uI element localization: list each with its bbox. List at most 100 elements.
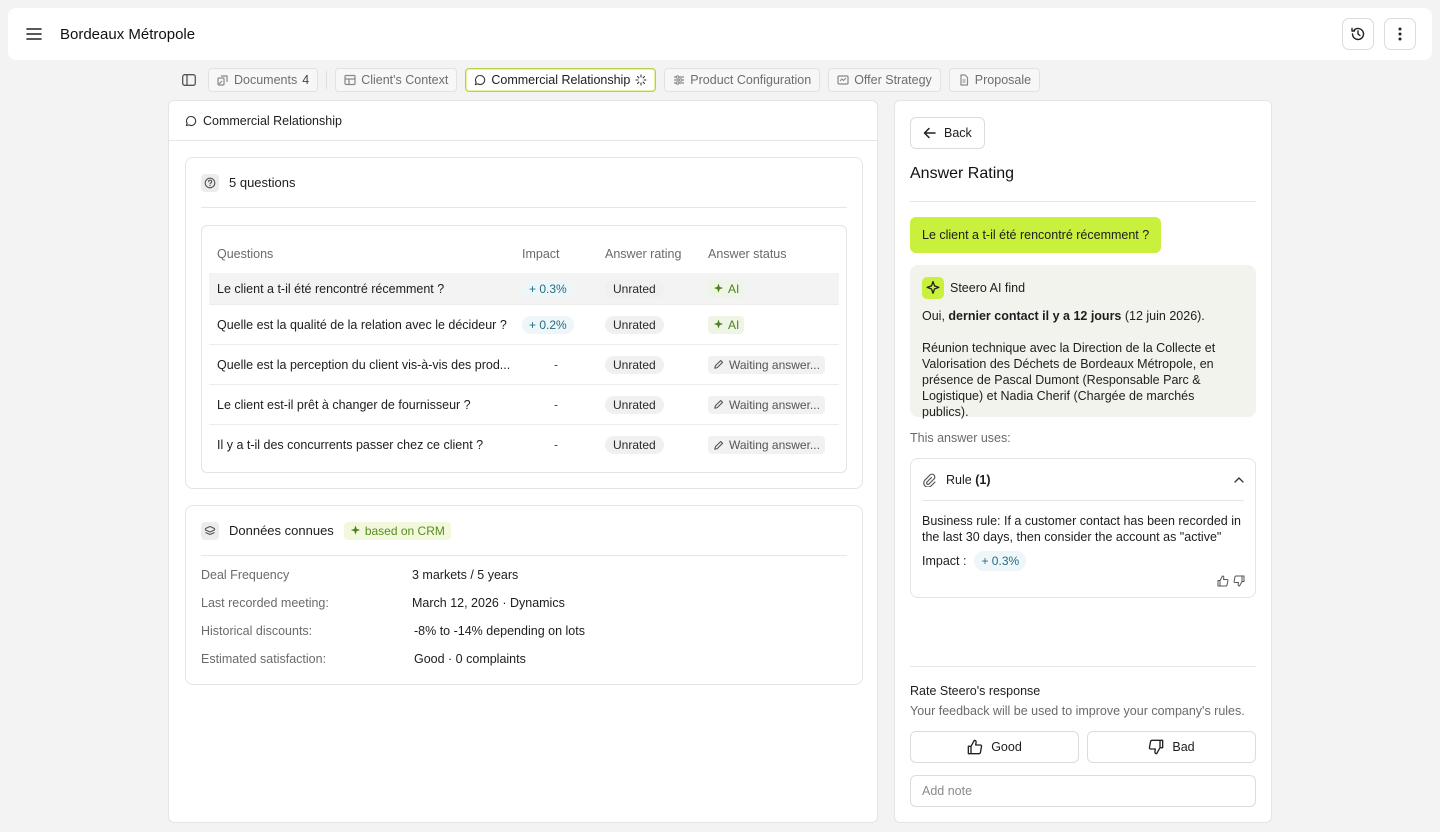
bad-button[interactable]: Bad [1087, 731, 1256, 763]
tab-count: 4 [302, 73, 310, 87]
chevron-up-icon[interactable] [1234, 476, 1244, 483]
impact-empty: - [553, 438, 559, 452]
rule-count: (1) [975, 472, 991, 487]
tab-label: Product Configuration [690, 73, 812, 87]
question-bubble: Le client a t-il été rencontré récemment… [910, 217, 1162, 253]
data-row: Historical discounts: -8% to -14% depend… [201, 624, 585, 638]
bad-label: Bad [1172, 740, 1195, 754]
tab-label: Documents [234, 73, 298, 87]
top-bar: Bordeaux Métropole [8, 8, 1432, 60]
sparkle-icon [350, 525, 361, 536]
strategy-icon [837, 74, 849, 86]
table-row[interactable]: Quelle est la qualité de la relation ave… [209, 305, 839, 345]
history-button[interactable] [1342, 18, 1374, 50]
impact-badge: + 0.2% [522, 315, 574, 334]
data-value: March 12, 2026 · Dynamics [412, 596, 565, 610]
questions-card: 5 questions Questions Impact Answer rati… [185, 157, 863, 489]
status-badge: Waiting answer... [708, 436, 825, 454]
column-header: Answer status [708, 246, 787, 261]
tab-product-configuration[interactable]: Product Configuration [664, 68, 821, 92]
table-row[interactable]: Il y a t-il des concurrents passer chez … [209, 425, 839, 465]
column-header: Impact [522, 246, 560, 261]
tab-proposale[interactable]: Proposale [948, 68, 1041, 92]
question-text: Quelle est la perception du client vis-à… [217, 357, 511, 372]
tab-clients-context[interactable]: Client's Context [335, 68, 458, 92]
back-label: Back [944, 126, 972, 140]
history-icon [1350, 26, 1366, 42]
known-data-header: Données connues based on CRM [201, 506, 847, 556]
status-badge: AI [708, 279, 745, 298]
known-data-title: Données connues [229, 523, 334, 538]
divider [910, 666, 1256, 667]
data-row: Deal Frequency 3 markets / 5 years [201, 568, 518, 582]
chat-icon [185, 115, 197, 127]
file-icon [958, 74, 970, 86]
impact-badge: + 0.3% [522, 279, 574, 298]
note-input[interactable] [910, 775, 1256, 807]
chat-icon [474, 74, 486, 86]
ai-title: Steero AI find [950, 281, 1026, 295]
data-row: Last recorded meeting: March 12, 2026 · … [201, 596, 565, 610]
data-value: Good · 0 complaints [414, 652, 526, 666]
panel-title: Commercial Relationship [203, 113, 342, 128]
thumbs-down-icon[interactable] [1233, 575, 1245, 587]
answer-rating-panel: Back Answer Rating Le client a t-il été … [894, 100, 1272, 823]
rule-text: Business rule: If a customer contact has… [922, 514, 1241, 544]
rule-header[interactable]: Rule (1) [922, 459, 1244, 501]
paperclip-icon [922, 473, 936, 487]
impact-badge: + 0.3% [974, 551, 1027, 571]
table-row[interactable]: Le client est-il prêt à changer de fourn… [209, 385, 839, 425]
status-badge: AI [708, 315, 745, 334]
page-title: Bordeaux Métropole [60, 25, 196, 43]
sparkle-icon [922, 277, 944, 299]
ai-paragraph: Réunion technique avec la Direction de l… [922, 341, 1216, 419]
context-icon [344, 74, 356, 86]
question-text: Le client est-il prêt à changer de fourn… [217, 397, 471, 412]
loading-icon [635, 74, 647, 86]
back-button[interactable]: Back [910, 117, 985, 149]
data-key: Deal Frequency [201, 568, 290, 582]
table-row[interactable]: Le client a t-il été rencontré récemment… [209, 273, 839, 305]
data-key: Last recorded meeting: [201, 596, 329, 610]
column-header: Answer rating [605, 246, 682, 261]
tab-commercial-relationship[interactable]: Commercial Relationship [465, 68, 657, 92]
good-button[interactable]: Good [910, 731, 1079, 763]
question-text: Le client a t-il été rencontré récemment… [217, 281, 445, 296]
documents-icon [217, 74, 229, 86]
known-data-card: Données connues based on CRM Deal Freque… [185, 505, 863, 685]
ai-answer-box: Steero AI find Oui, dernier contact il y… [910, 265, 1256, 419]
thumbs-up-icon [967, 739, 983, 755]
arrow-left-icon [923, 127, 936, 139]
sparkle-icon [713, 319, 724, 330]
pencil-icon [713, 359, 724, 370]
tab-label: Commercial Relationship [491, 73, 631, 87]
crm-badge: based on CRM [343, 521, 451, 540]
tab-documents[interactable]: Documents 4 [208, 68, 319, 92]
questions-card-header: 5 questions [201, 158, 847, 208]
uses-label: This answer uses: [910, 431, 1011, 445]
tab-label: Proposale [974, 73, 1032, 87]
main-panel: Commercial Relationship 5 questions Ques… [168, 100, 878, 823]
tab-label: Client's Context [361, 73, 449, 87]
status-badge: Waiting answer... [708, 395, 825, 414]
rating-badge: Unrated [605, 395, 664, 414]
ai-summary: Oui, dernier contact il y a 12 jours (12… [922, 309, 1205, 323]
rate-subtitle: Your feedback will be used to improve yo… [910, 704, 1245, 718]
table-row[interactable]: Quelle est la perception du client vis-à… [209, 345, 839, 385]
sidebar-icon[interactable] [178, 69, 200, 91]
questions-table: Questions Impact Answer rating Answer st… [201, 225, 847, 473]
rule-title: Rule [946, 472, 972, 487]
thumbs-up-icon[interactable] [1217, 575, 1229, 587]
more-button[interactable] [1384, 18, 1416, 50]
sparkle-icon [713, 283, 724, 294]
divider [910, 201, 1256, 202]
panel-header: Commercial Relationship [169, 101, 877, 141]
menu-icon[interactable] [24, 24, 44, 44]
tab-offer-strategy[interactable]: Offer Strategy [828, 68, 941, 92]
column-header: Questions [217, 246, 274, 261]
tab-bar: Documents 4 Client's Context Commercial … [178, 68, 1041, 92]
status-badge: Waiting answer... [708, 355, 825, 374]
more-vertical-icon [1398, 27, 1402, 41]
data-key: Estimated satisfaction: [201, 652, 327, 666]
question-icon [201, 173, 219, 192]
